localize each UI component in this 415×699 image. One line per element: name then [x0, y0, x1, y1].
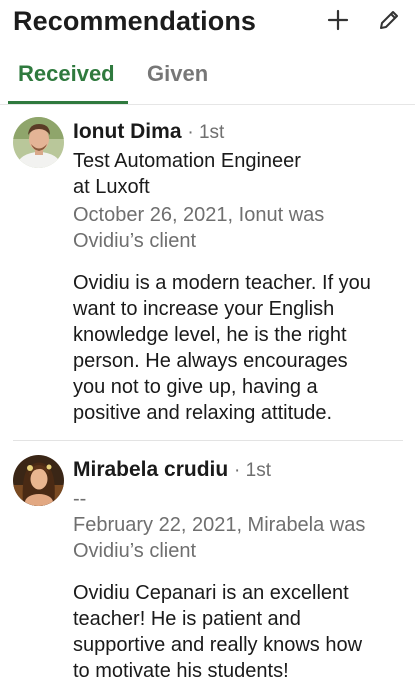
recommender-headline: Test Automation Engineer at Luxoft [73, 148, 373, 200]
tab-received[interactable]: Received [18, 61, 115, 87]
text-line: positive and relaxing attitude. [73, 402, 333, 424]
meta-line: Ovidiu’s client [73, 540, 197, 562]
edit-recommendations-button[interactable] [373, 4, 405, 36]
connection-degree: · 1st [234, 460, 271, 481]
text-line: you not to give up, having a [73, 376, 318, 398]
recommender-headline: -- [73, 486, 373, 512]
text-line: Ovidiu is a modern teacher. If you [73, 272, 371, 294]
pencil-icon [380, 11, 398, 29]
recommendation-meta: February 22, 2021, Mirabela was Ovidiu’s… [73, 512, 373, 564]
text-line: want to increase your English [73, 298, 335, 320]
connection-degree: · 1st [187, 122, 225, 143]
avatar[interactable] [13, 455, 64, 506]
recommendation-tabs: Received Given [0, 52, 415, 105]
recommender-name[interactable]: Mirabela crudiu [73, 458, 228, 481]
text-line: teacher! He is patient and [73, 608, 301, 630]
recommender-name-line: Ionut Dima · 1st [73, 119, 224, 146]
add-recommendation-button[interactable] [322, 4, 354, 36]
recommendation-meta: October 26, 2021, Ionut was Ovidiu’s cli… [73, 202, 373, 254]
headline-line: at Luxoft [73, 176, 150, 198]
meta-line: October 26, 2021, Ionut was [73, 204, 325, 226]
active-tab-indicator [8, 101, 128, 104]
recommendation-text: Ovidiu Cepanari is an excellent teacher!… [73, 580, 403, 684]
text-line: to motivate his students! [73, 660, 289, 682]
page-title: Recommendations [13, 6, 257, 36]
text-line: Ovidiu Cepanari is an excellent [73, 582, 349, 604]
headline-line: Test Automation Engineer [73, 150, 301, 172]
plus-icon [327, 9, 349, 31]
recommender-name[interactable]: Ionut Dima [73, 120, 182, 143]
text-line: supportive and really knows how [73, 634, 363, 656]
meta-line: Ovidiu’s client [73, 230, 197, 252]
meta-line: February 22, 2021, Mirabela was [73, 514, 366, 536]
headline-line: -- [73, 488, 87, 510]
page-header: Recommendations [0, 0, 415, 50]
avatar[interactable] [13, 117, 64, 168]
text-line: person. He always encourages [73, 350, 348, 372]
recommender-name-line: Mirabela crudiu · 1st [73, 457, 271, 484]
recommendation-text: Ovidiu is a modern teacher. If you want … [73, 270, 403, 426]
tab-given[interactable]: Given [147, 61, 208, 87]
divider [13, 440, 403, 441]
text-line: knowledge level, he is the right [73, 324, 347, 346]
